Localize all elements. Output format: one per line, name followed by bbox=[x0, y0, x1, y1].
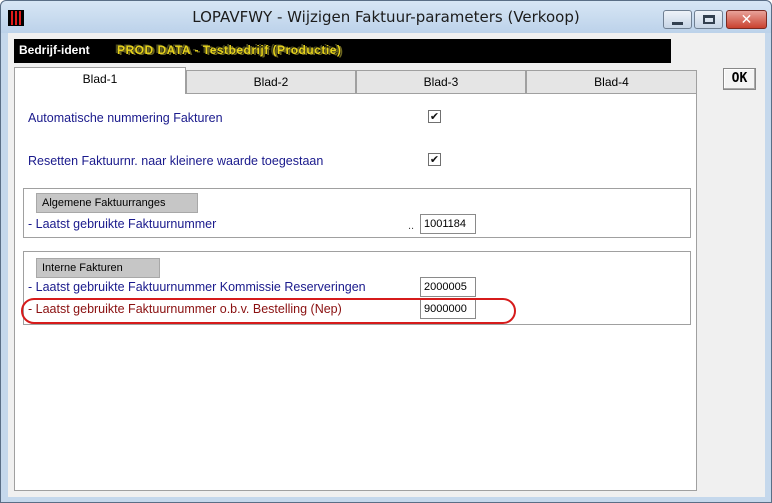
last-invoice-number-input[interactable]: 1001184 bbox=[420, 214, 476, 234]
general-invoice-ranges-group: Algemene Faktuurranges - Laatst gebruikt… bbox=[23, 188, 691, 238]
window-title: LOPAVFWY - Wijzigen Faktuur-parameters (… bbox=[192, 8, 580, 26]
tab-blad-4[interactable]: Blad-4 bbox=[526, 70, 697, 93]
last-invoice-number-label: - Laatst gebruikte Faktuurnummer bbox=[28, 217, 217, 231]
internal-invoices-title: Interne Fakturen bbox=[36, 258, 160, 278]
field-dots: .. bbox=[408, 220, 415, 232]
ok-button[interactable]: OK bbox=[723, 68, 756, 90]
auto-numbering-checkbox[interactable]: ✔ bbox=[428, 110, 441, 123]
minimize-button[interactable] bbox=[663, 10, 692, 29]
last-commission-invoice-label: - Laatst gebruikte Faktuurnummer Kommiss… bbox=[28, 280, 366, 294]
last-commission-invoice-input[interactable]: 2000005 bbox=[420, 277, 476, 297]
general-invoice-ranges-title: Algemene Faktuurranges bbox=[36, 193, 198, 213]
reset-invoice-number-label: Resetten Faktuurnr. naar kleinere waarde… bbox=[28, 154, 324, 168]
maximize-icon bbox=[702, 15, 715, 24]
annotation-highlight-ellipse bbox=[21, 298, 516, 324]
reset-invoice-number-checkbox[interactable]: ✔ bbox=[428, 153, 441, 166]
close-icon: ✕ bbox=[740, 11, 753, 28]
close-button[interactable]: ✕ bbox=[726, 10, 767, 29]
auto-numbering-label: Automatische nummering Fakturen bbox=[28, 111, 223, 125]
title-bar[interactable]: LOPAVFWY - Wijzigen Faktuur-parameters (… bbox=[1, 1, 771, 33]
company-ident-label: Bedrijf-ident bbox=[19, 43, 90, 57]
maximize-button[interactable] bbox=[694, 10, 723, 29]
app-window: LOPAVFWY - Wijzigen Faktuur-parameters (… bbox=[0, 0, 772, 503]
client-area: Bedrijf-ident PROD DATA - Testbedrijf (P… bbox=[8, 33, 765, 497]
minimize-icon bbox=[672, 21, 683, 25]
company-ident-value: PROD DATA - Testbedrijf (Productie) bbox=[117, 43, 342, 57]
tab-blad-2[interactable]: Blad-2 bbox=[186, 70, 356, 93]
company-ident-bar: Bedrijf-ident PROD DATA - Testbedrijf (P… bbox=[14, 39, 671, 63]
tab-panel-blad-1: Automatische nummering Fakturen ✔ Resett… bbox=[14, 93, 697, 491]
tab-blad-1[interactable]: Blad-1 bbox=[14, 67, 186, 94]
tab-blad-3[interactable]: Blad-3 bbox=[356, 70, 526, 93]
